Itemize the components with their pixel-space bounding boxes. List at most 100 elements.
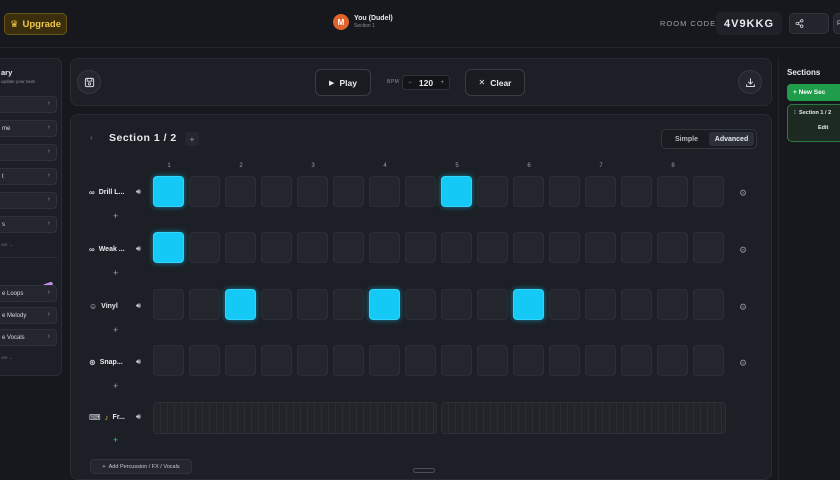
step-cell[interactable] xyxy=(477,345,508,376)
step-cell[interactable] xyxy=(549,176,580,207)
step-cell[interactable] xyxy=(405,345,436,376)
step-cell[interactable] xyxy=(513,232,544,263)
gear-icon[interactable]: ⚙ xyxy=(739,188,747,199)
step-cell[interactable] xyxy=(189,232,220,263)
mode-simple-button[interactable]: Simple xyxy=(664,132,709,146)
step-cell[interactable] xyxy=(549,345,580,376)
add-section-button[interactable]: + xyxy=(185,132,199,146)
step-cell[interactable] xyxy=(261,176,292,207)
step-cell[interactable] xyxy=(297,289,328,320)
play-button[interactable]: ▶ Play xyxy=(315,69,371,96)
step-cell[interactable] xyxy=(621,232,652,263)
gear-icon[interactable]: ⚙ xyxy=(739,358,747,369)
step-cell[interactable] xyxy=(297,176,328,207)
step-cell-active[interactable] xyxy=(153,176,184,207)
track-label[interactable]: ∞ Weak ... xyxy=(89,245,125,254)
mode-advanced-button[interactable]: Advanced xyxy=(709,132,754,146)
volume-icon[interactable]: 🔊︎ xyxy=(136,412,141,422)
step-cell[interactable] xyxy=(297,232,328,263)
section-card[interactable]: ⋮ Section 1 / 2 Edit xyxy=(787,104,840,142)
step-cell[interactable] xyxy=(693,345,724,376)
track-label[interactable]: ☺ Vinyl xyxy=(89,302,118,311)
step-cell[interactable] xyxy=(549,289,580,320)
library-more-link[interactable]: ore → xyxy=(1,242,13,247)
step-cell[interactable] xyxy=(585,289,616,320)
add-variation-button[interactable]: + xyxy=(113,435,118,445)
track-label[interactable]: ⊛ Snap... xyxy=(89,358,123,367)
step-cell[interactable] xyxy=(657,232,688,263)
step-cell[interactable] xyxy=(333,345,364,376)
upgrade-button[interactable]: ♛ Upgrade xyxy=(4,13,67,35)
library-item[interactable]: › xyxy=(0,96,57,113)
download-button[interactable] xyxy=(738,70,762,94)
step-cell[interactable] xyxy=(153,345,184,376)
gear-icon[interactable]: ⚙ xyxy=(739,245,747,256)
step-cell[interactable] xyxy=(693,176,724,207)
melody-roll[interactable] xyxy=(441,402,726,434)
step-cell[interactable] xyxy=(441,232,472,263)
step-cell[interactable] xyxy=(657,289,688,320)
add-variation-button[interactable]: + xyxy=(113,381,118,391)
step-cell[interactable] xyxy=(513,176,544,207)
step-cell[interactable] xyxy=(333,289,364,320)
step-cell[interactable] xyxy=(189,289,220,320)
step-cell[interactable] xyxy=(693,232,724,263)
step-cell-active[interactable] xyxy=(369,289,400,320)
save-button[interactable] xyxy=(77,70,101,94)
step-cell[interactable] xyxy=(369,232,400,263)
chevron-left-icon[interactable]: ‹ xyxy=(90,133,93,142)
bpm-increment-button[interactable]: + xyxy=(440,80,444,86)
bpm-value[interactable]: 120 xyxy=(419,78,433,88)
step-cell[interactable] xyxy=(369,345,400,376)
step-cell[interactable] xyxy=(549,232,580,263)
step-cell[interactable] xyxy=(297,345,328,376)
library-item[interactable]: me › xyxy=(0,120,57,137)
library-more-link[interactable]: ore → xyxy=(1,355,13,360)
step-cell[interactable] xyxy=(513,345,544,376)
step-cell[interactable] xyxy=(441,345,472,376)
step-cell[interactable] xyxy=(225,232,256,263)
step-cell[interactable] xyxy=(261,289,292,320)
step-cell[interactable] xyxy=(153,289,184,320)
step-cell[interactable] xyxy=(189,345,220,376)
step-cell[interactable] xyxy=(477,176,508,207)
step-cell[interactable] xyxy=(621,345,652,376)
step-cell[interactable] xyxy=(405,289,436,320)
gear-icon[interactable]: ⚙ xyxy=(739,302,747,313)
track-label[interactable]: ∞ Drill L... xyxy=(89,188,124,197)
step-cell[interactable] xyxy=(585,232,616,263)
drag-handle-icon[interactable]: ⋮ xyxy=(792,110,799,116)
room-code[interactable]: 4V9KKG xyxy=(716,12,782,35)
step-cell[interactable] xyxy=(585,345,616,376)
track-label[interactable]: ⌨ ♪ Fr... xyxy=(89,413,125,422)
bpm-decrement-button[interactable]: − xyxy=(408,80,412,86)
step-cell[interactable] xyxy=(657,345,688,376)
share-button[interactable] xyxy=(789,13,829,34)
library-item[interactable]: t › xyxy=(0,168,57,185)
step-cell[interactable] xyxy=(225,176,256,207)
new-section-button[interactable]: + New Sec xyxy=(787,84,840,101)
step-cell[interactable] xyxy=(333,176,364,207)
volume-icon[interactable]: 🔊︎ xyxy=(136,244,141,254)
step-cell[interactable] xyxy=(261,232,292,263)
step-cell[interactable] xyxy=(225,345,256,376)
add-variation-button[interactable]: + xyxy=(113,268,118,278)
step-cell-active[interactable] xyxy=(153,232,184,263)
user-chip[interactable]: M You (Dudel) Section 1 xyxy=(333,14,393,30)
step-cell[interactable] xyxy=(405,176,436,207)
add-variation-button[interactable]: + xyxy=(113,325,118,335)
library-item-loops[interactable]: e Loops › xyxy=(0,285,57,302)
add-percussion-button[interactable]: + Add Percussion / FX / Vocals xyxy=(90,459,192,474)
step-cell[interactable] xyxy=(477,289,508,320)
step-cell[interactable] xyxy=(585,176,616,207)
scroll-handle[interactable] xyxy=(413,468,435,473)
step-cell-active[interactable] xyxy=(225,289,256,320)
extra-button[interactable]: P xyxy=(833,13,840,34)
library-item[interactable]: s › xyxy=(0,216,57,233)
library-item[interactable]: › xyxy=(0,192,57,209)
step-cell[interactable] xyxy=(621,176,652,207)
clear-button[interactable]: ✕ Clear xyxy=(465,69,525,96)
step-cell[interactable] xyxy=(657,176,688,207)
step-cell[interactable] xyxy=(369,176,400,207)
step-cell-active[interactable] xyxy=(513,289,544,320)
